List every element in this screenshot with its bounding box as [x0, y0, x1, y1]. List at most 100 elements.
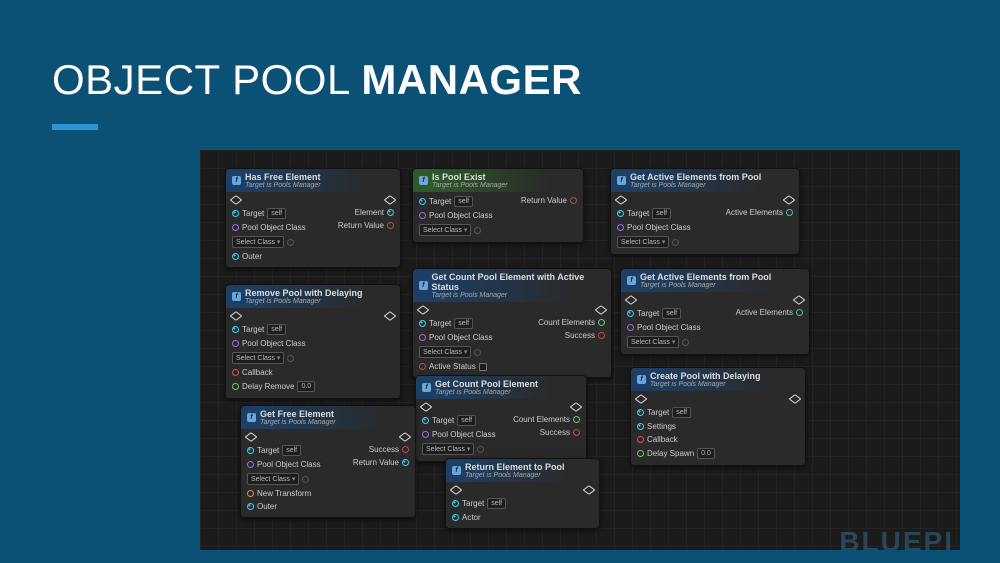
target-pin[interactable] [422, 417, 429, 424]
class-dropdown[interactable]: Select Class [419, 224, 471, 236]
node-create-pool-delaying[interactable]: f Create Pool with Delaying Target is Po… [630, 367, 806, 466]
exec-out-pin[interactable] [583, 485, 596, 495]
count-elements-pin[interactable] [598, 319, 605, 326]
node-get-count-pool-element[interactable]: f Get Count Pool Element Target is Pools… [415, 375, 587, 462]
node-return-element-to-pool[interactable]: f Return Element to Pool Target is Pools… [445, 458, 600, 529]
outer-pin[interactable] [247, 503, 254, 510]
actor-pin[interactable] [452, 514, 459, 521]
class-pin[interactable] [247, 461, 254, 468]
count-elements-pin[interactable] [573, 416, 580, 423]
exec-in-pin[interactable] [417, 305, 430, 315]
target-pin[interactable] [627, 310, 634, 317]
reset-button[interactable] [474, 227, 481, 234]
delay-remove-pin[interactable] [232, 383, 239, 390]
delay-spawn-pin[interactable] [637, 450, 644, 457]
self-box[interactable]: self [672, 407, 691, 418]
active-elements-pin[interactable] [786, 209, 793, 216]
exec-in-pin[interactable] [615, 195, 628, 205]
target-pin[interactable] [232, 210, 239, 217]
callback-pin[interactable] [232, 369, 239, 376]
reset-button[interactable] [682, 339, 689, 346]
node-header[interactable]: f Get Free Element Target is Pools Manag… [241, 406, 415, 429]
exec-in-pin[interactable] [420, 402, 433, 412]
exec-out-pin[interactable] [384, 311, 397, 321]
class-dropdown[interactable]: Select Class [422, 443, 474, 455]
exec-out-pin[interactable] [570, 402, 583, 412]
target-pin[interactable] [419, 320, 426, 327]
success-pin[interactable] [598, 332, 605, 339]
exec-in-pin[interactable] [230, 195, 243, 205]
exec-out-pin[interactable] [789, 394, 802, 404]
self-box[interactable]: self [454, 196, 473, 207]
target-pin[interactable] [232, 326, 239, 333]
node-header[interactable]: f Has Free Element Target is Pools Manag… [226, 169, 400, 192]
target-pin[interactable] [247, 447, 254, 454]
node-header[interactable]: f Get Active Elements from Pool Target i… [611, 169, 799, 192]
node-header[interactable]: f Remove Pool with Delaying Target is Po… [226, 285, 400, 308]
node-header[interactable]: f Create Pool with Delaying Target is Po… [631, 368, 805, 391]
self-box[interactable]: self [282, 445, 301, 456]
class-dropdown[interactable]: Select Class [232, 236, 284, 248]
class-pin[interactable] [232, 340, 239, 347]
exec-in-pin[interactable] [625, 295, 638, 305]
reset-button[interactable] [287, 239, 294, 246]
target-pin[interactable] [637, 409, 644, 416]
reset-button[interactable] [672, 239, 679, 246]
active-elements-pin[interactable] [796, 309, 803, 316]
reset-button[interactable] [477, 446, 484, 453]
settings-pin[interactable] [637, 423, 644, 430]
node-is-pool-exist[interactable]: f Is Pool Exist Target is Pools Manager … [412, 168, 584, 243]
self-box[interactable]: self [487, 498, 506, 509]
exec-in-pin[interactable] [245, 432, 258, 442]
self-box[interactable]: self [652, 208, 671, 219]
class-dropdown[interactable]: Select Class [627, 336, 679, 348]
exec-out-pin[interactable] [595, 305, 608, 315]
target-pin[interactable] [419, 198, 426, 205]
node-header[interactable]: f Get Active Elements from Pool Target i… [621, 269, 809, 292]
return-value-pin[interactable] [570, 197, 577, 204]
class-dropdown[interactable]: Select Class [247, 473, 299, 485]
node-get-count-active[interactable]: f Get Count Pool Element with Active Sta… [412, 268, 612, 378]
self-box[interactable]: self [267, 208, 286, 219]
self-box[interactable]: self [267, 324, 286, 335]
node-get-free-element[interactable]: f Get Free Element Target is Pools Manag… [240, 405, 416, 518]
exec-out-pin[interactable] [793, 295, 806, 305]
exec-out-pin[interactable] [399, 432, 412, 442]
class-dropdown[interactable]: Select Class [419, 346, 471, 358]
class-pin[interactable] [419, 334, 426, 341]
delay-spawn-input[interactable]: 0.0 [697, 448, 715, 459]
node-get-active-elements-2[interactable]: f Get Active Elements from Pool Target i… [620, 268, 810, 355]
class-pin[interactable] [627, 324, 634, 331]
self-box[interactable]: self [662, 308, 681, 319]
success-pin[interactable] [402, 446, 409, 453]
return-value-pin[interactable] [402, 459, 409, 466]
node-remove-pool-delaying[interactable]: f Remove Pool with Delaying Target is Po… [225, 284, 401, 399]
class-pin[interactable] [422, 431, 429, 438]
active-status-checkbox[interactable] [479, 363, 487, 371]
exec-in-pin[interactable] [635, 394, 648, 404]
class-pin[interactable] [617, 224, 624, 231]
reset-button[interactable] [302, 476, 309, 483]
delay-remove-input[interactable]: 0.0 [297, 381, 315, 392]
node-has-free-element[interactable]: f Has Free Element Target is Pools Manag… [225, 168, 401, 268]
return-value-pin[interactable] [387, 222, 394, 229]
callback-pin[interactable] [637, 436, 644, 443]
reset-button[interactable] [474, 349, 481, 356]
class-dropdown[interactable]: Select Class [232, 352, 284, 364]
class-pin[interactable] [419, 212, 426, 219]
exec-out-pin[interactable] [384, 195, 397, 205]
exec-in-pin[interactable] [450, 485, 463, 495]
class-pin[interactable] [232, 224, 239, 231]
self-box[interactable]: self [454, 318, 473, 329]
node-header[interactable]: f Is Pool Exist Target is Pools Manager [413, 169, 583, 192]
active-status-pin[interactable] [419, 363, 426, 370]
success-pin[interactable] [573, 429, 580, 436]
node-header[interactable]: f Get Count Pool Element with Active Sta… [413, 269, 611, 302]
exec-out-pin[interactable] [783, 195, 796, 205]
self-box[interactable]: self [457, 415, 476, 426]
target-pin[interactable] [452, 500, 459, 507]
element-out-pin[interactable] [387, 209, 394, 216]
new-transform-pin[interactable] [247, 490, 254, 497]
blueprint-canvas[interactable]: f Has Free Element Target is Pools Manag… [200, 150, 960, 550]
reset-button[interactable] [287, 355, 294, 362]
